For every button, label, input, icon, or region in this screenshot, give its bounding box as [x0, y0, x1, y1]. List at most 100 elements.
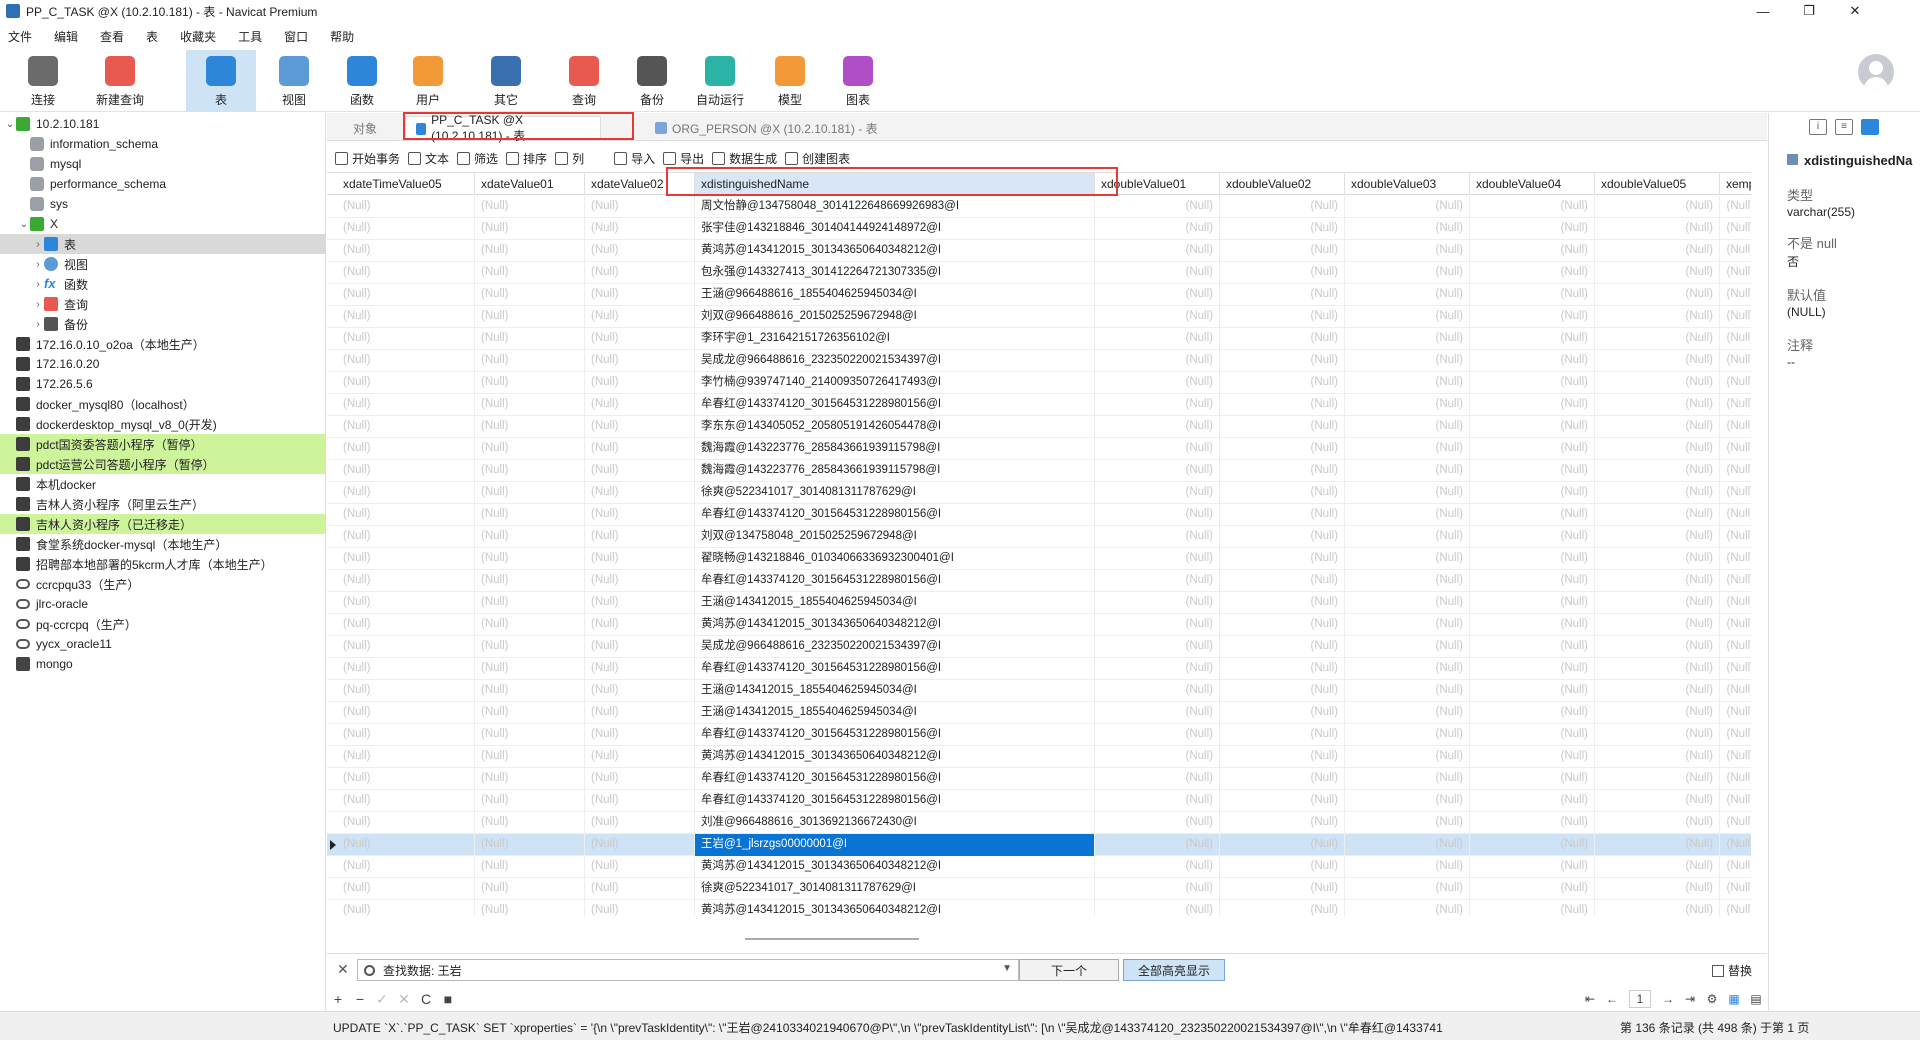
table-cell[interactable]: 王涵@143412015_1855404625945034@I [695, 702, 1095, 724]
discard-changes-button[interactable]: ✕ [393, 991, 415, 1008]
sidebar-item[interactable]: information_schema [0, 134, 325, 154]
table-cell[interactable]: 王涵@143412015_1855404625945034@I [695, 592, 1095, 614]
sidebar-item[interactable]: docker_mysql80（localhost） [0, 394, 325, 414]
table-cell[interactable]: (Null) [475, 900, 585, 916]
table-cell[interactable]: (Null) [585, 306, 695, 328]
table-cell[interactable]: (Null) [1595, 306, 1720, 328]
sidebar-item[interactable]: 172.16.0.20 [0, 354, 325, 374]
table-cell[interactable]: 刘双@966488616_2015025259672948@I [695, 306, 1095, 328]
table-cell[interactable]: (Null) [1095, 394, 1220, 416]
form-view-icon[interactable]: ▤ [1745, 992, 1767, 1006]
table-cell[interactable]: (Null) [1220, 790, 1345, 812]
toolbar-query-button[interactable]: 查询 [552, 50, 616, 112]
table-cell[interactable]: (Null) [1345, 856, 1470, 878]
toolbar-function-button[interactable]: 函数 [330, 50, 394, 112]
table-cell[interactable]: (Null) [1095, 768, 1220, 790]
table-cell[interactable]: (Null) [585, 196, 695, 218]
table-cell[interactable]: (Null) [1470, 548, 1595, 570]
sidebar-item[interactable]: ⌄ X [0, 214, 325, 234]
table-cell[interactable]: 王涵@966488616_1855404625945034@I [695, 284, 1095, 306]
table-cell[interactable]: (Null) [1470, 812, 1595, 834]
table-cell[interactable]: (Null) [1720, 548, 1751, 570]
table-row[interactable]: (Null) (Null) (Null) 刘双@134758048_201502525… [327, 526, 1751, 548]
table-cell[interactable]: (Null) [1345, 240, 1470, 262]
table-cell[interactable]: (Null) [585, 240, 695, 262]
table-row[interactable]: (Null) (Null) (Null) 牟春红@143374120_30156453… [327, 504, 1751, 526]
table-cell[interactable]: (Null) [1095, 878, 1220, 900]
table-cell[interactable]: (Null) [475, 702, 585, 724]
table-cell[interactable]: 魏海霞@143223776_2858436619391157​98@I [695, 438, 1095, 460]
toolbar-view-button[interactable]: 视图 [262, 50, 326, 112]
table-cell[interactable]: (Null) [1220, 614, 1345, 636]
table-cell[interactable]: (Null) [1345, 394, 1470, 416]
toolbar-tools-button[interactable]: 其它 [474, 50, 538, 112]
table-row[interactable]: (Null) (Null) (Null) 包永强@143327413_30141226… [327, 262, 1751, 284]
table-cell[interactable]: (Null) [475, 328, 585, 350]
table-cell[interactable]: (Null) [1720, 504, 1751, 526]
table-row[interactable]: (Null) (Null) (Null) 李竹楠@939747140_21400935… [327, 372, 1751, 394]
table-row[interactable]: (Null) (Null) (Null) 李环宇@1_2316421517263561… [327, 328, 1751, 350]
table-cell[interactable]: (Null) [585, 856, 695, 878]
table-cell[interactable]: (Null) [337, 526, 475, 548]
table-cell[interactable]: 周文怡静@134758048_3014122648669926983@I [695, 196, 1095, 218]
table-row[interactable]: (Null) (Null) (Null) 王涵@143412015_185540462… [327, 592, 1751, 614]
table-cell[interactable]: (Null) [1095, 658, 1220, 680]
sidebar-item[interactable]: jlrc-oracle [0, 594, 325, 614]
close-button[interactable]: ✕ [1832, 0, 1878, 22]
table-cell[interactable]: (Null) [475, 284, 585, 306]
table-cell[interactable]: (Null) [1720, 636, 1751, 658]
table-cell[interactable]: 张宇佳@143218846_3014041449241489​72@I [695, 218, 1095, 240]
sidebar-item[interactable]: 招聘部本地部署的5kcrm人才库（本地生产） [0, 554, 325, 574]
table-cell[interactable]: (Null) [475, 658, 585, 680]
table-cell[interactable]: (Null) [1595, 240, 1720, 262]
table-cell[interactable]: (Null) [1095, 504, 1220, 526]
table-cell[interactable]: (Null) [1220, 350, 1345, 372]
table-cell[interactable]: (Null) [585, 702, 695, 724]
table-row[interactable]: (Null) (Null) (Null) 李东东@143405052_20580519… [327, 416, 1751, 438]
table-cell[interactable]: (Null) [337, 856, 475, 878]
close-find-icon[interactable]: ✕ [337, 961, 349, 978]
table-cell[interactable]: (Null) [585, 372, 695, 394]
table-cell[interactable]: (Null) [337, 724, 475, 746]
table-cell[interactable]: (Null) [1345, 834, 1470, 856]
subtoolbar-button[interactable]: 导入 [614, 150, 655, 167]
chevron-right-icon[interactable]: › [32, 279, 44, 290]
table-cell[interactable]: (Null) [1220, 482, 1345, 504]
table-cell[interactable]: (Null) [475, 262, 585, 284]
table-cell[interactable]: (Null) [585, 768, 695, 790]
tab-objects[interactable]: 对象 [343, 116, 387, 140]
toolbar-user-button[interactable]: 用户 [396, 50, 460, 112]
table-cell[interactable]: (Null) [1720, 394, 1751, 416]
table-cell[interactable]: (Null) [475, 416, 585, 438]
table-cell[interactable]: (Null) [475, 460, 585, 482]
table-cell[interactable]: (Null) [1345, 306, 1470, 328]
table-row[interactable]: (Null) (Null) (Null) 吴成龙@966488616_23235022… [327, 636, 1751, 658]
table-cell[interactable]: (Null) [1220, 218, 1345, 240]
table-cell[interactable]: 吴成龙@966488616_2323502200215343​97@I [695, 636, 1095, 658]
table-cell[interactable]: (Null) [337, 438, 475, 460]
sidebar-item[interactable]: 本机docker [0, 474, 325, 494]
find-next-button[interactable]: 下一个 [1019, 959, 1119, 981]
column-header[interactable]: xdateTimeValue05 [337, 173, 475, 195]
table-cell[interactable]: (Null) [585, 262, 695, 284]
table-cell[interactable]: (Null) [475, 306, 585, 328]
sidebar-item[interactable]: › 备份 [0, 314, 325, 334]
table-cell[interactable]: (Null) [1345, 438, 1470, 460]
table-cell[interactable]: (Null) [1595, 680, 1720, 702]
table-cell[interactable]: (Null) [1470, 328, 1595, 350]
table-cell[interactable]: (Null) [1595, 570, 1720, 592]
table-cell[interactable]: (Null) [585, 438, 695, 460]
table-cell[interactable]: (Null) [1720, 746, 1751, 768]
table-cell[interactable]: (Null) [1345, 812, 1470, 834]
column-header[interactable]: xdateValue01 [475, 173, 585, 195]
table-cell[interactable]: (Null) [337, 680, 475, 702]
table-cell[interactable]: (Null) [1345, 702, 1470, 724]
sidebar-item[interactable]: 172.16.0.10_o2oa（本地生产） [0, 334, 325, 354]
chevron-right-icon[interactable]: › [32, 319, 44, 330]
table-cell[interactable]: (Null) [475, 504, 585, 526]
table-cell[interactable]: (Null) [475, 768, 585, 790]
table-cell[interactable]: (Null) [1095, 724, 1220, 746]
table-cell[interactable]: (Null) [337, 834, 475, 856]
table-cell[interactable]: (Null) [1470, 570, 1595, 592]
table-cell[interactable]: (Null) [1595, 504, 1720, 526]
